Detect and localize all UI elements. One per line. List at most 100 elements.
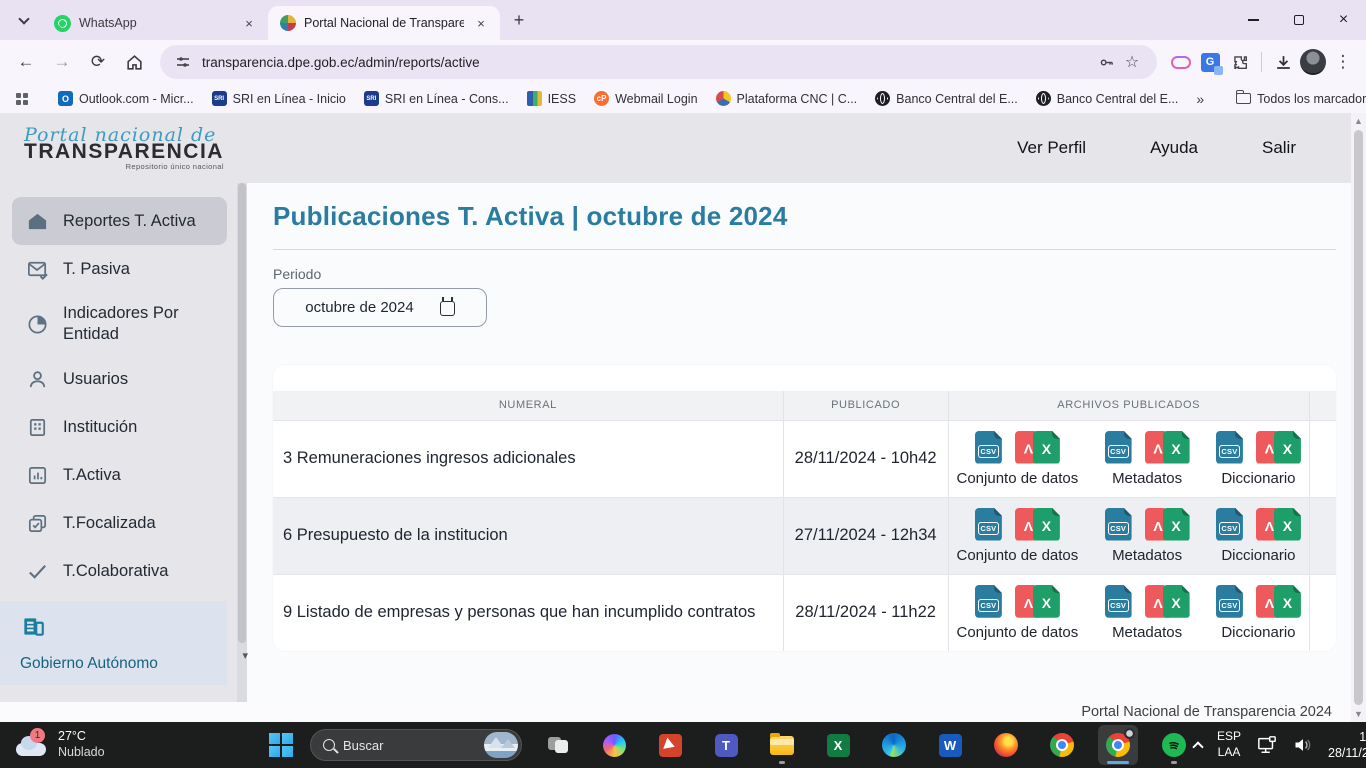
tab-whatsapp[interactable]: WhatsApp × xyxy=(42,6,268,40)
xls-file-icon[interactable]: X xyxy=(1033,585,1060,618)
file-group-conjunto[interactable]: CSVΛX Conjunto de datos xyxy=(957,585,1079,641)
language-indicator[interactable]: ESP LAA xyxy=(1217,729,1241,760)
xls-file-icon[interactable]: X xyxy=(1033,508,1060,541)
scroll-up-icon[interactable]: ▲ xyxy=(1354,116,1363,126)
maximize-button[interactable] xyxy=(1276,0,1321,40)
file-group-conjunto[interactable]: CSVΛX Conjunto de datos xyxy=(957,508,1079,564)
spotify-button[interactable] xyxy=(1154,725,1194,765)
volume-icon[interactable] xyxy=(1293,736,1313,754)
scroll-down-icon[interactable]: ▼ xyxy=(1354,709,1363,719)
bookmark-sri-consultas[interactable]: SRISRI en Línea - Cons... xyxy=(356,88,517,109)
sidebar-item-reportes-t-activa[interactable]: Reportes T. Activa xyxy=(12,197,227,245)
network-icon[interactable] xyxy=(1256,735,1278,755)
taskbar-search-box[interactable]: Buscar xyxy=(310,729,522,761)
file-group-metadatos[interactable]: CSVΛX Metadatos xyxy=(1105,585,1190,641)
close-tab-icon[interactable]: × xyxy=(240,14,258,32)
start-button[interactable] xyxy=(268,732,294,758)
extensions-puzzle-icon[interactable] xyxy=(1227,49,1253,75)
browser-menu-icon[interactable]: ⋮ xyxy=(1330,49,1356,75)
csv-file-icon[interactable]: CSV xyxy=(1105,508,1132,541)
file-group-diccionario[interactable]: CSVΛX Diccionario xyxy=(1216,431,1301,487)
sidebar-item-indicadores[interactable]: Indicadores Por Entidad xyxy=(12,293,227,355)
downloads-icon[interactable] xyxy=(1270,49,1296,75)
bookmark-webmail[interactable]: cPWebmail Login xyxy=(586,88,705,109)
site-logo[interactable]: Portal nacional de TRANSPARENCIA Reposit… xyxy=(24,126,224,171)
sidebar-item-t-focalizada[interactable]: T.Focalizada xyxy=(12,499,227,547)
csv-file-icon[interactable]: CSV xyxy=(975,431,1002,464)
pdf-xchange-button[interactable] xyxy=(650,725,690,765)
search-highlight-image[interactable] xyxy=(484,732,518,758)
tab-search-button[interactable] xyxy=(10,6,38,34)
excel-button[interactable]: X xyxy=(818,725,858,765)
file-group-label[interactable]: Diccionario xyxy=(1221,547,1295,564)
sidebar-item-institucion[interactable]: Institución xyxy=(12,403,227,451)
copilot-button[interactable] xyxy=(594,725,634,765)
file-group-label[interactable]: Metadatos xyxy=(1112,470,1182,487)
calendar-icon[interactable] xyxy=(440,301,455,316)
taskbar-weather-widget[interactable]: 1 27°C Nublado xyxy=(0,729,268,760)
csv-file-icon[interactable]: CSV xyxy=(1216,508,1243,541)
file-group-metadatos[interactable]: CSVΛX Metadatos xyxy=(1105,508,1190,564)
new-tab-button[interactable]: + xyxy=(506,7,532,33)
xls-file-icon[interactable]: X xyxy=(1163,431,1190,464)
bookmark-outlook[interactable]: OOutlook.com - Micr... xyxy=(50,88,202,109)
browser-scrollbar[interactable]: ▲ ▼ xyxy=(1351,113,1366,722)
bookmark-sri-inicio[interactable]: SRISRI en Línea - Inicio xyxy=(204,88,354,109)
bookmark-star-icon[interactable]: ☆ xyxy=(1119,49,1145,75)
sidebar-item-t-activa[interactable]: T.Activa xyxy=(12,451,227,499)
password-key-icon[interactable] xyxy=(1093,49,1119,75)
bookmark-cnc[interactable]: Plataforma CNC | C... xyxy=(708,88,866,109)
sidebar-scrollbar[interactable]: ▾ xyxy=(237,183,247,702)
nav-ayuda[interactable]: Ayuda xyxy=(1150,138,1198,158)
weather-extension-icon[interactable] xyxy=(1167,49,1193,75)
scroll-thumb[interactable] xyxy=(1354,130,1363,705)
nav-ver-perfil[interactable]: Ver Perfil xyxy=(1017,138,1086,158)
file-group-label[interactable]: Metadatos xyxy=(1112,624,1182,641)
close-window-button[interactable]: × xyxy=(1321,0,1366,40)
chrome-button[interactable] xyxy=(1042,725,1082,765)
file-group-diccionario[interactable]: CSVΛX Diccionario xyxy=(1216,508,1301,564)
home-button[interactable] xyxy=(118,46,150,78)
back-button[interactable]: ← xyxy=(10,46,42,78)
taskbar-clock[interactable]: 11:36 28/11/2024 xyxy=(1328,729,1366,762)
file-group-label[interactable]: Diccionario xyxy=(1221,470,1295,487)
xls-file-icon[interactable]: X xyxy=(1274,431,1301,464)
profile-avatar[interactable] xyxy=(1300,49,1326,75)
file-group-label[interactable]: Conjunto de datos xyxy=(957,547,1079,564)
firefox-button[interactable] xyxy=(986,725,1026,765)
csv-file-icon[interactable]: CSV xyxy=(975,585,1002,618)
csv-file-icon[interactable]: CSV xyxy=(1216,431,1243,464)
csv-file-icon[interactable]: CSV xyxy=(1105,431,1132,464)
bookmarks-overflow-icon[interactable]: » xyxy=(1188,91,1212,107)
all-bookmarks-button[interactable]: Todos los marcadores xyxy=(1228,89,1366,109)
file-group-diccionario[interactable]: CSVΛX Diccionario xyxy=(1216,585,1301,641)
file-group-label[interactable]: Conjunto de datos xyxy=(957,470,1079,487)
sidebar-scroll-thumb[interactable] xyxy=(238,183,246,643)
site-info-icon[interactable] xyxy=(172,51,194,73)
xls-file-icon[interactable]: X xyxy=(1033,431,1060,464)
sidebar-item-gobierno-autonomo[interactable]: Gobierno Autónomo xyxy=(0,601,227,685)
word-button[interactable]: W xyxy=(930,725,970,765)
file-group-conjunto[interactable]: CSVΛX Conjunto de datos xyxy=(957,431,1079,487)
teams-button[interactable]: T xyxy=(706,725,746,765)
period-date-input[interactable]: octubre de 2024 xyxy=(273,288,487,327)
apps-grid-icon[interactable] xyxy=(10,89,34,109)
tab-portal[interactable]: Portal Nacional de Transparenc × xyxy=(268,6,500,40)
edge-button[interactable] xyxy=(874,725,914,765)
file-group-label[interactable]: Metadatos xyxy=(1112,547,1182,564)
csv-file-icon[interactable]: CSV xyxy=(975,508,1002,541)
sidebar-item-t-pasiva[interactable]: T. Pasiva xyxy=(12,245,227,293)
translate-icon[interactable]: G xyxy=(1197,49,1223,75)
xls-file-icon[interactable]: X xyxy=(1274,508,1301,541)
xls-file-icon[interactable]: X xyxy=(1163,585,1190,618)
file-group-label[interactable]: Conjunto de datos xyxy=(957,624,1079,641)
xls-file-icon[interactable]: X xyxy=(1163,508,1190,541)
file-group-label[interactable]: Diccionario xyxy=(1221,624,1295,641)
task-view-button[interactable] xyxy=(538,725,578,765)
xls-file-icon[interactable]: X xyxy=(1274,585,1301,618)
bookmark-banco-central-2[interactable]: Banco Central del E... xyxy=(1028,88,1187,109)
address-bar[interactable]: transparencia.dpe.gob.ec/admin/reports/a… xyxy=(160,45,1157,79)
bookmark-banco-central-1[interactable]: Banco Central del E... xyxy=(867,88,1026,109)
csv-file-icon[interactable]: CSV xyxy=(1216,585,1243,618)
file-group-metadatos[interactable]: CSVΛX Metadatos xyxy=(1105,431,1190,487)
